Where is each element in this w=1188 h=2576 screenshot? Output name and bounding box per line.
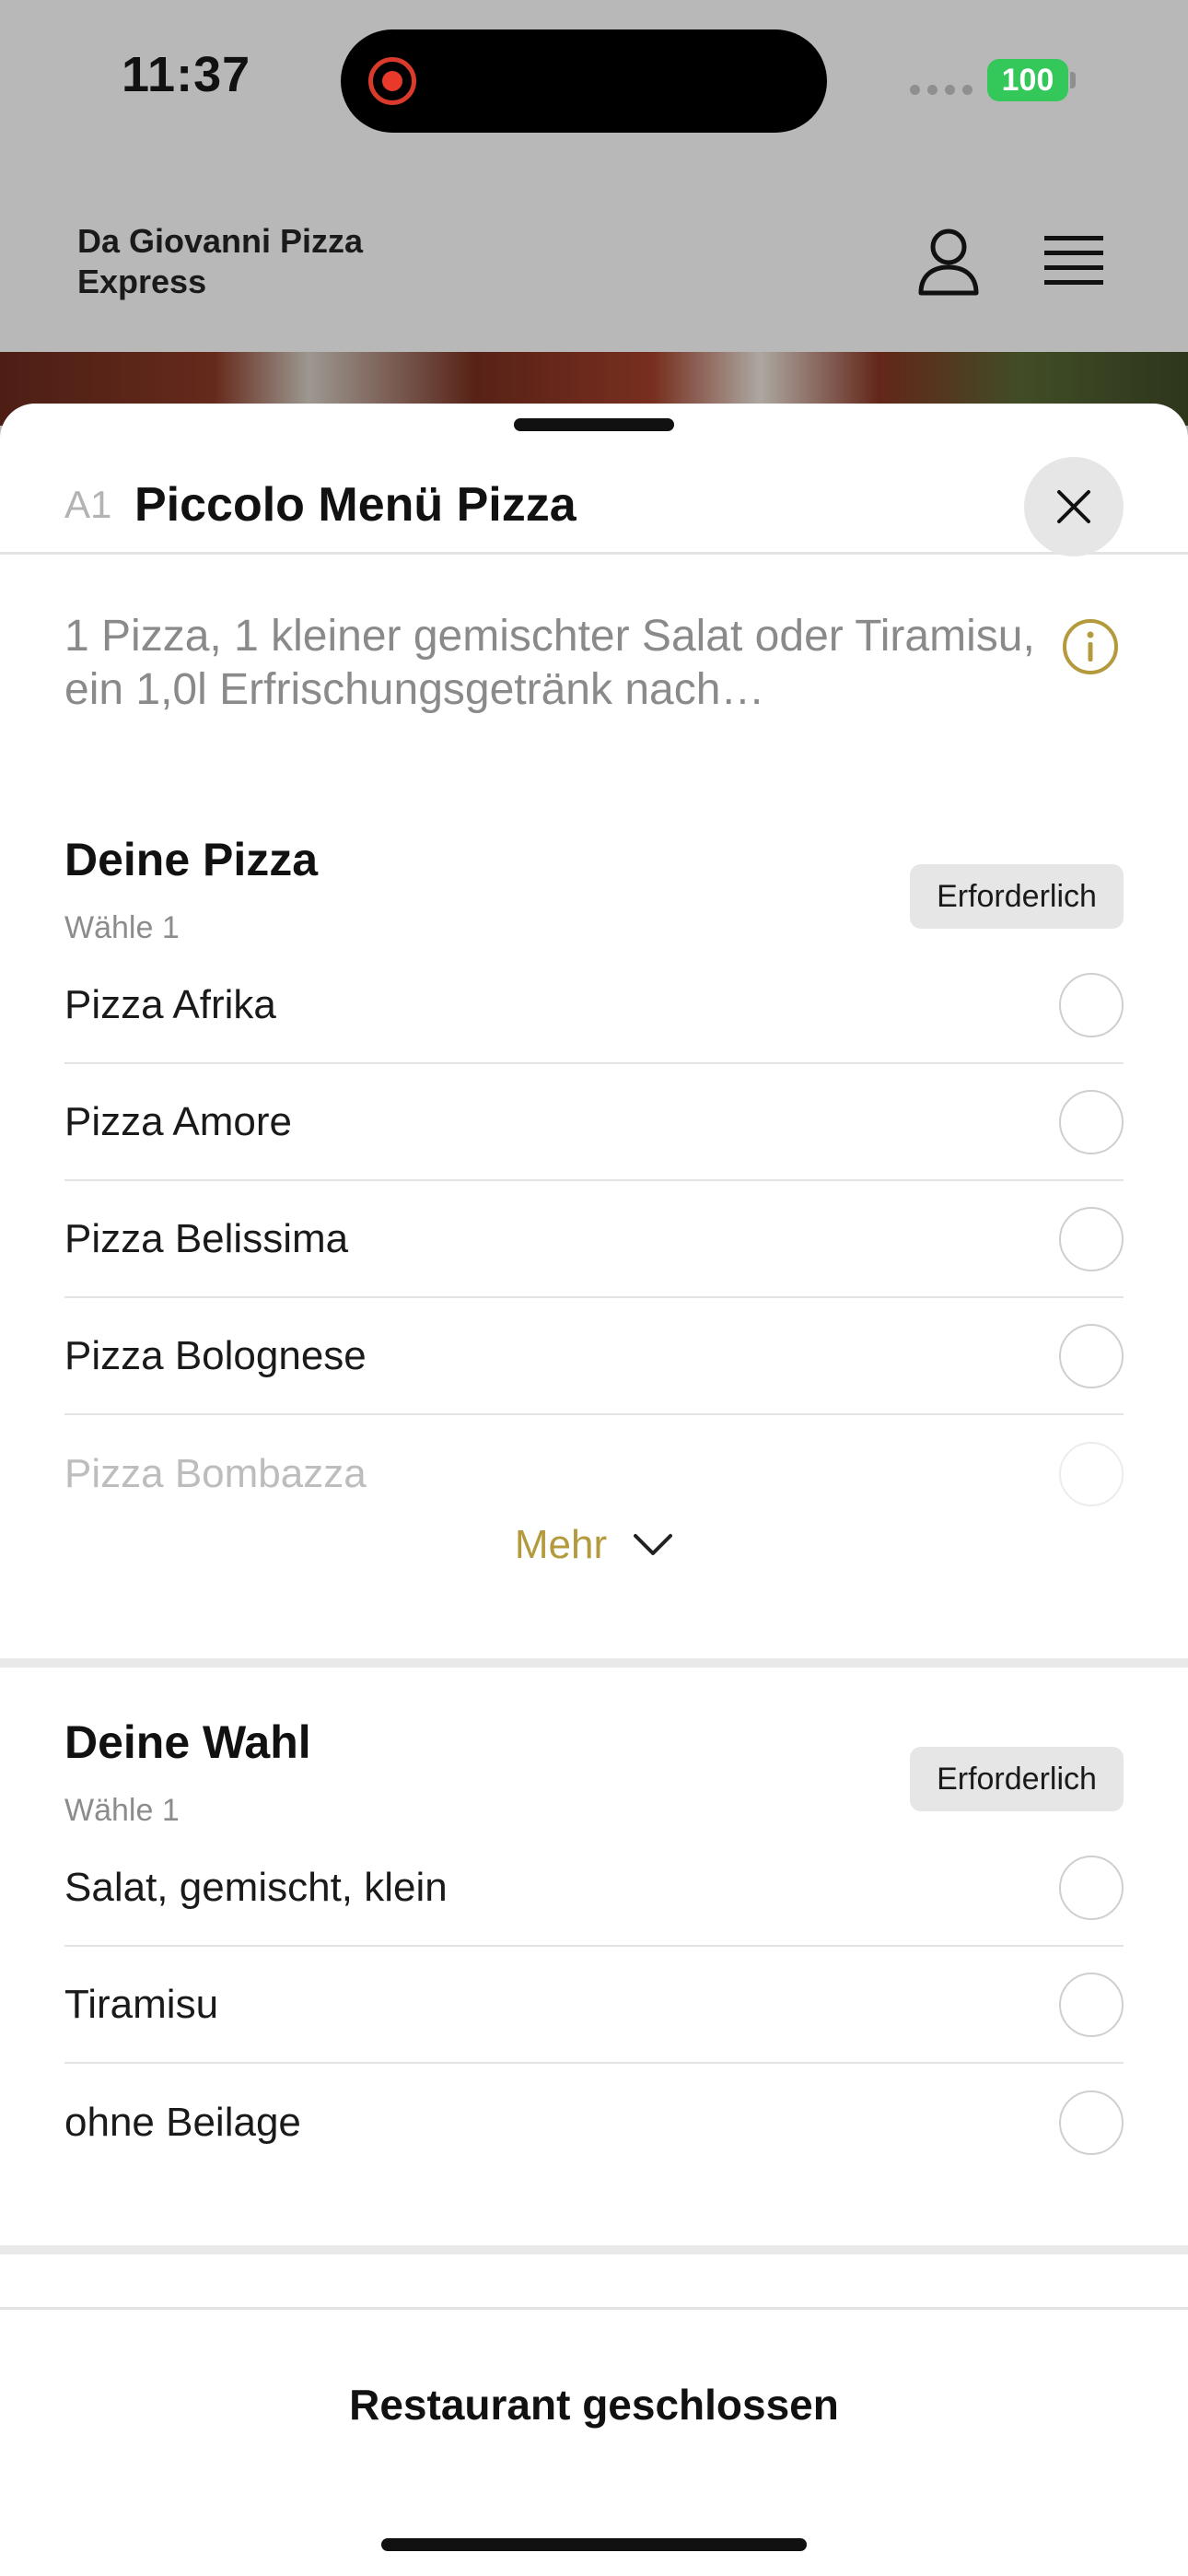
radio-button[interactable] <box>1059 1206 1124 1271</box>
option-row[interactable]: Salat, gemischt, klein <box>64 1830 1124 1947</box>
section-title-choice: Deine Wahl <box>64 1716 311 1768</box>
screen-recording-icon <box>368 57 416 105</box>
option-label: ohne Beilage <box>64 2099 301 2145</box>
option-row[interactable]: Pizza Bolognese <box>64 1298 1124 1415</box>
dynamic-island <box>341 29 827 133</box>
battery-tip <box>1070 72 1076 88</box>
radio-button[interactable] <box>1059 972 1124 1037</box>
restaurant-name[interactable]: Da Giovanni Pizza Express <box>77 221 483 302</box>
sheet-footer: Restaurant geschlossen <box>0 2307 1188 2576</box>
user-icon[interactable] <box>915 225 982 299</box>
item-title: Piccolo Menü Pizza <box>134 478 577 532</box>
show-more-button[interactable]: Mehr <box>0 1513 1188 1577</box>
section-subtitle-pizza: Wähle 1 <box>64 910 180 945</box>
cellular-signal-icon <box>910 85 973 95</box>
status-bar: 11:37 100 <box>0 0 1188 166</box>
show-more-label: Mehr <box>514 1522 608 1567</box>
required-badge: Erforderlich <box>910 864 1124 929</box>
sheet-grabber[interactable] <box>514 418 674 431</box>
close-icon <box>1057 490 1090 523</box>
radio-button[interactable] <box>1059 1441 1124 1506</box>
radio-button[interactable] <box>1059 1855 1124 1920</box>
info-icon[interactable] <box>1061 617 1120 676</box>
item-code: A1 <box>64 483 112 526</box>
hamburger-menu-icon[interactable] <box>1042 232 1105 287</box>
option-row[interactable]: Tiramisu <box>64 1947 1124 2064</box>
section-divider <box>0 1658 1188 1668</box>
option-label: Pizza Bolognese <box>64 1332 367 1378</box>
required-badge: Erforderlich <box>910 1747 1124 1811</box>
close-button[interactable] <box>1024 457 1124 556</box>
battery-indicator: 100 <box>987 59 1068 101</box>
radio-button[interactable] <box>1059 1323 1124 1388</box>
option-row[interactable]: Pizza Belissima <box>64 1181 1124 1298</box>
option-label: Salat, gemischt, klein <box>64 1864 448 1910</box>
item-description: 1 Pizza, 1 kleiner gemischter Salat oder… <box>64 612 1035 714</box>
product-sheet: A1 Piccolo Menü Pizza 1 Pizza, 1 kleiner… <box>0 404 1188 2576</box>
section-subtitle-choice: Wähle 1 <box>64 1793 180 1828</box>
chevron-down-icon <box>634 1534 673 1555</box>
option-label: Pizza Bombazza <box>64 1450 367 1496</box>
option-label: Pizza Amore <box>64 1098 292 1144</box>
option-row[interactable]: ohne Beilage <box>64 2064 1124 2181</box>
radio-button[interactable] <box>1059 1972 1124 2037</box>
option-row[interactable]: Pizza Afrika <box>64 947 1124 1064</box>
section-title-pizza: Deine Pizza <box>64 834 319 885</box>
section-divider <box>0 2245 1188 2254</box>
restaurant-closed-label: Restaurant geschlossen <box>349 2381 839 2429</box>
sheet-header: A1 Piccolo Menü Pizza <box>0 431 1188 556</box>
option-label: Pizza Afrika <box>64 981 276 1027</box>
option-label: Tiramisu <box>64 1981 219 2027</box>
radio-button[interactable] <box>1059 1089 1124 1154</box>
option-label: Pizza Belissima <box>64 1215 349 1261</box>
app-header: Da Giovanni Pizza Express <box>0 166 1188 352</box>
home-indicator <box>381 2538 807 2551</box>
option-row[interactable]: Pizza Amore <box>64 1064 1124 1181</box>
radio-button[interactable] <box>1059 2090 1124 2155</box>
status-time: 11:37 <box>122 47 251 102</box>
